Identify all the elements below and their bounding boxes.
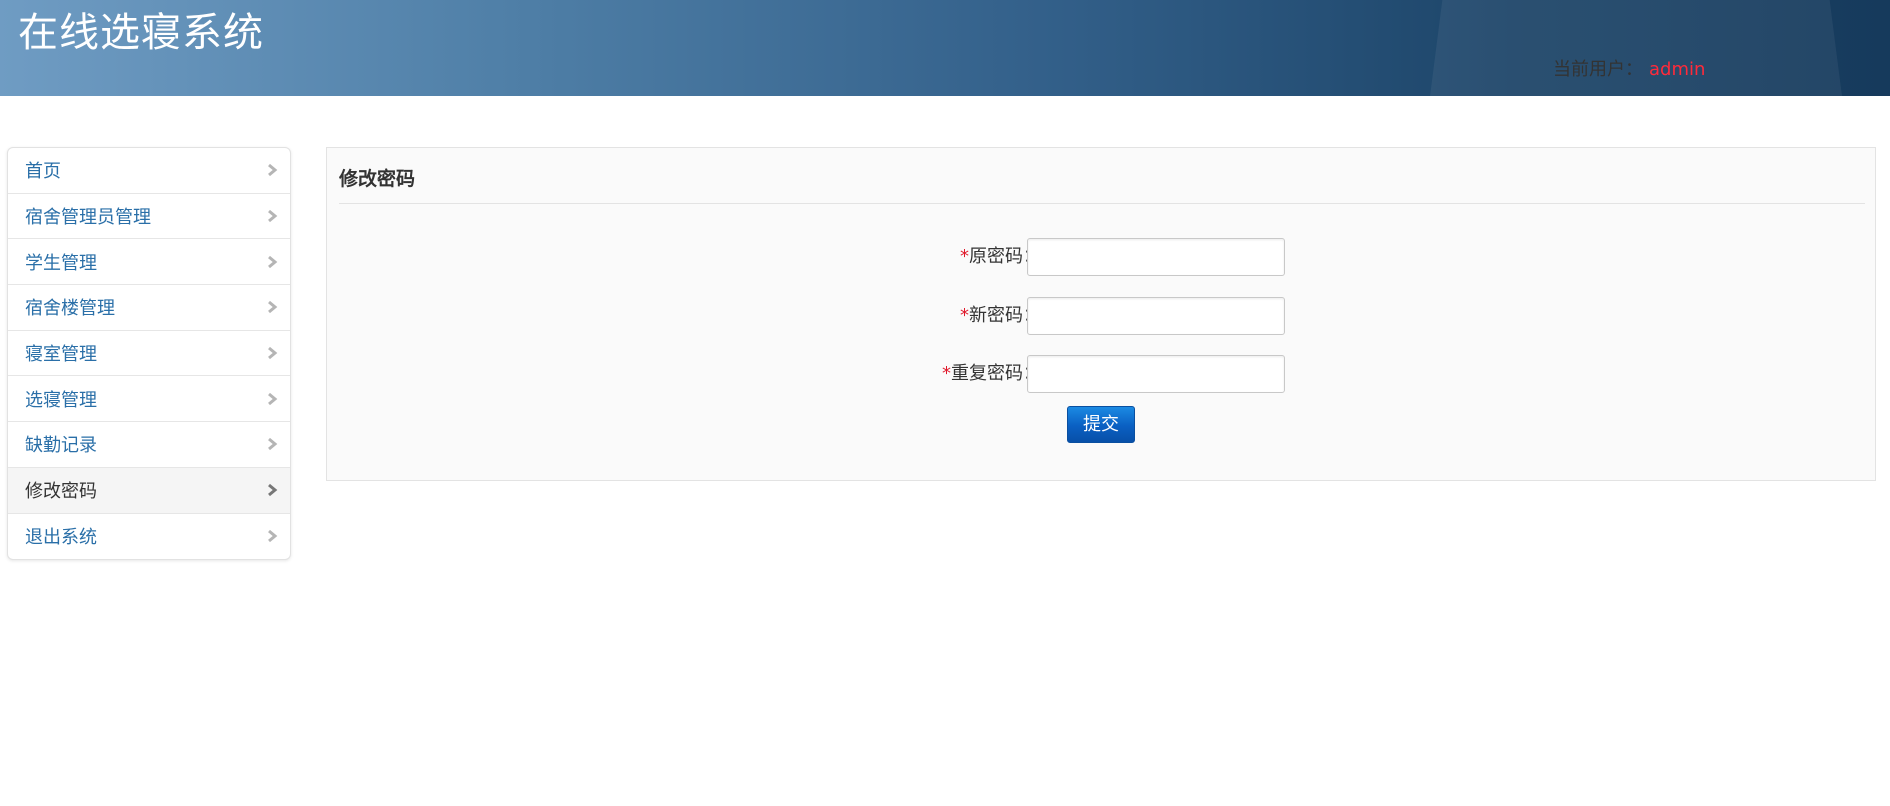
app-title: 在线选寝系统 (18, 10, 264, 56)
sidebar-item-home[interactable]: 首页 (8, 148, 290, 194)
old-password-input[interactable] (1027, 238, 1285, 276)
chevron-right-icon (265, 345, 279, 361)
chevron-right-icon (265, 254, 279, 270)
chevron-right-icon (265, 391, 279, 407)
sidebar-item-label: 宿舍管理员管理 (25, 207, 151, 229)
chevron-right-icon (265, 162, 279, 178)
sidebar-item-change-password[interactable]: 修改密码 (8, 467, 290, 514)
old-password-row: *原密码： (327, 238, 1875, 276)
sidebar-item-label: 退出系统 (25, 527, 97, 549)
required-mark: * (942, 363, 951, 384)
sidebar-nav: 首页 宿舍管理员管理 学生管理 宿舍楼管理 寝室管理 选寝管理 缺勤记录 修改密… (7, 147, 291, 561)
chevron-right-icon (265, 208, 279, 224)
current-user-name: admin (1649, 59, 1706, 80)
sidebar-item-room-management[interactable]: 寝室管理 (8, 331, 290, 377)
required-mark: * (960, 305, 969, 326)
chevron-right-icon (265, 528, 279, 544)
required-mark: * (960, 246, 969, 267)
sidebar-item-label: 寝室管理 (25, 344, 97, 366)
chevron-right-icon (265, 482, 279, 498)
new-password-label: *新密码： (960, 305, 1041, 326)
panel-title: 修改密码 (339, 168, 416, 190)
chevron-right-icon (265, 436, 279, 452)
top-header: 在线选寝系统 当前用户： admin (0, 0, 1890, 96)
sidebar-item-building-management[interactable]: 宿舍楼管理 (8, 285, 290, 331)
submit-button[interactable]: 提交 (1067, 406, 1135, 443)
sidebar-item-label: 选寝管理 (25, 389, 97, 411)
sidebar-item-label: 宿舍楼管理 (25, 298, 115, 320)
new-password-input[interactable] (1027, 297, 1285, 335)
current-user-label: 当前用户： (1553, 59, 1643, 80)
sidebar-item-label: 首页 (25, 161, 61, 183)
chevron-right-icon (265, 299, 279, 315)
repeat-password-row: *重复密码： (327, 355, 1875, 393)
sidebar-item-student-management[interactable]: 学生管理 (8, 239, 290, 286)
sidebar-item-dorm-admin-management[interactable]: 宿舍管理员管理 (8, 194, 290, 240)
change-password-panel: 修改密码 *原密码： *新密码： *重复密码： 提交 (326, 147, 1876, 481)
sidebar-item-label: 缺勤记录 (25, 435, 97, 457)
sidebar-item-absence-records[interactable]: 缺勤记录 (8, 422, 290, 468)
repeat-password-input[interactable] (1027, 355, 1285, 393)
panel-divider (339, 203, 1865, 204)
sidebar-item-logout[interactable]: 退出系统 (8, 514, 290, 560)
sidebar-item-label: 修改密码 (25, 481, 97, 503)
new-password-row: *新密码： (327, 297, 1875, 335)
repeat-password-label: *重复密码： (942, 363, 1041, 384)
current-user-info: 当前用户： admin (1553, 58, 1705, 82)
sidebar-item-label: 学生管理 (25, 252, 97, 274)
old-password-label: *原密码： (960, 246, 1041, 267)
sidebar-item-selection-management[interactable]: 选寝管理 (8, 376, 290, 423)
